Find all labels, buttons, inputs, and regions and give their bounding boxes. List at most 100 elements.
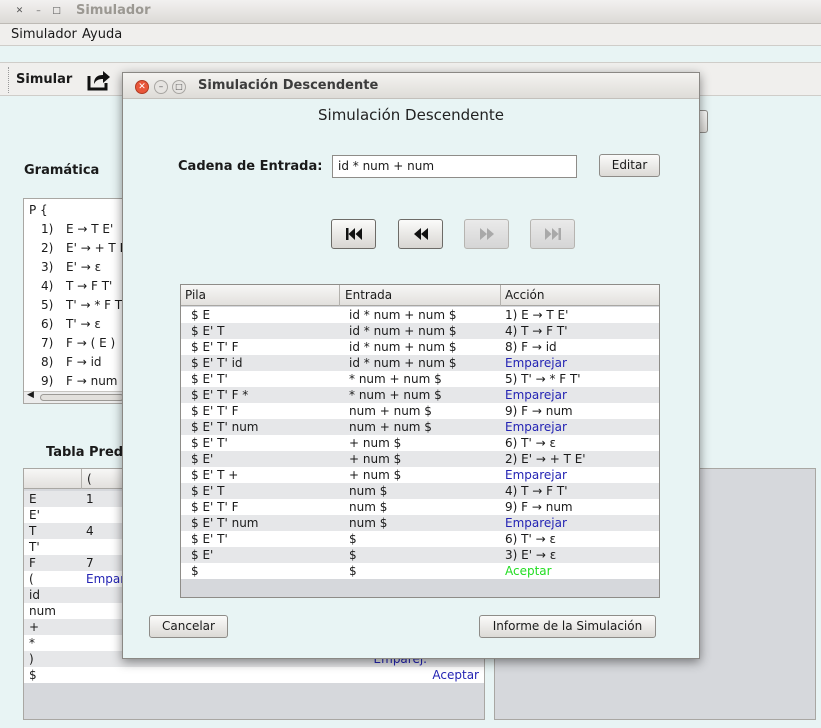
grammar-rule: T' → * F T' [66,298,125,312]
input-cell: id * num + num $ [349,356,457,370]
action-cell: 3) E' → ε [505,548,557,562]
scroll-left-icon[interactable]: ◀ [27,390,34,400]
dialog-maximize-icon[interactable]: □ [172,80,186,94]
column-header-pila[interactable]: Pila [185,288,206,302]
grammar-rule: T' → ε [66,317,101,331]
pred-table-row[interactable]: $ Aceptar [24,667,484,683]
simulation-row[interactable]: $ E' T' + num $ 6) T' → ε [181,435,659,451]
dialog-close-icon[interactable]: ✕ [135,80,149,94]
stack-cell: $ E' [191,452,214,466]
action-cell: 5) T' → * F T' [505,372,581,386]
fast-forward-icon [479,228,494,240]
input-cell: num $ [349,484,388,498]
last-step-button[interactable] [530,219,575,249]
maximize-icon[interactable]: □ [50,5,63,18]
next-step-button[interactable] [464,219,509,249]
pred-row-value: 4 [86,524,94,538]
grammar-rule-number: 7) [41,336,54,350]
simulation-row[interactable]: $ E' T' F num + num $ 9) F → num [181,403,659,419]
simular-button[interactable]: Simular [16,72,72,87]
menubar: Simulador Ayuda [0,24,821,46]
column-header-entrada[interactable]: Entrada [345,288,392,302]
simulation-row[interactable]: $ E' T + + num $ Emparejar [181,467,659,483]
simulation-row[interactable]: $ E' T' F * * num + num $ Emparejar [181,387,659,403]
dialog-title: Simulación Descendente [198,78,379,93]
simulation-row[interactable]: $ E' T' * num + num $ 5) T' → * F T' [181,371,659,387]
simulation-table-header: Pila Entrada Acción [181,285,659,306]
input-cell: num + num $ [349,420,432,434]
simulation-row[interactable]: $ E id * num + num $ 1) E → T E' [181,307,659,323]
simulation-row[interactable]: $ E' T' num num + num $ Emparejar [181,419,659,435]
column-header-accion[interactable]: Acción [505,288,544,302]
stack-cell: $ E' T' [191,436,228,450]
grammar-rule-number: 8) [41,355,54,369]
simulation-row[interactable]: $ E' T' $6) T' → ε [181,531,659,547]
simulation-row[interactable]: $ E' T num $ 4) T → F T' [181,483,659,499]
stack-cell: $ E' T' F [191,500,239,514]
main-titlebar: ✕ – □ Simulador [0,0,821,24]
previous-step-button[interactable] [398,219,443,249]
input-cell: $ [349,564,357,578]
stack-cell: $ E' T' [191,372,228,386]
pred-row-symbol: T' [29,540,40,554]
pred-row-symbol: * [29,636,35,650]
grammar-rule: E' → + T E' [66,241,125,255]
action-cell: 9) F → num [505,500,573,514]
action-cell: Emparejar [505,388,567,402]
stack-cell: $ [191,564,199,578]
stack-cell: $ E' T' F [191,340,239,354]
action-cell: Emparejar [505,356,567,370]
input-cell: + num $ [349,452,402,466]
dialog-minimize-icon[interactable]: – [154,80,168,94]
close-icon[interactable]: ✕ [13,5,26,18]
horizontal-scrollbar[interactable]: ◀ [24,390,124,403]
simulation-row[interactable]: $ E' $3) E' → ε [181,547,659,563]
action-cell: 4) T → F T' [505,324,568,338]
export-icon[interactable] [86,68,112,92]
scroll-thumb[interactable] [40,394,124,401]
pred-row-value: Empar [86,572,126,586]
simulation-row[interactable]: $ E' T' F num $ 9) F → num [181,499,659,515]
input-cell: num + num $ [349,404,432,418]
pred-row-symbol: E' [29,508,40,522]
pred-row-action: Aceptar [432,668,479,682]
header-separator [339,285,340,306]
cancel-button[interactable]: Cancelar [149,615,228,638]
simulation-row[interactable]: $ $ Aceptar [181,563,659,579]
simulation-row[interactable]: $ E' + num $ 2) E' → + T E' [181,451,659,467]
pred-row-symbol: ) [29,652,34,666]
minimize-icon[interactable]: – [32,5,45,18]
menu-simulador[interactable]: Simulador [11,27,77,42]
menu-ayuda[interactable]: Ayuda [82,27,122,42]
grammar-rule: T → F T' [66,279,113,293]
report-button[interactable]: Informe de la Simulación [479,615,656,638]
edit-button[interactable]: Editar [599,154,660,177]
first-step-button[interactable] [331,219,376,249]
simulation-row[interactable]: $ E' T id * num + num $ 4) T → F T' [181,323,659,339]
input-cell: id * num + num $ [349,324,457,338]
stack-cell: $ E' [191,548,214,562]
pred-header-col: ( [87,472,92,486]
grammar-rule: E → T E' [66,222,114,236]
rewind-icon [413,228,428,240]
grammar-rule-number: 9) [41,374,54,388]
stack-cell: $ E' T + [191,468,239,482]
simulation-dialog: ✕ – □ Simulación Descendente Simulación … [122,72,700,659]
simulation-row[interactable]: $ E' T' F id * num + num $ 8) F → id [181,339,659,355]
action-cell: 1) E → T E' [505,308,569,322]
grammar-rule: E' → ε [66,260,102,274]
stack-cell: $ E' T' num [191,516,259,530]
grammar-header: P { [29,203,48,217]
grammar-rule-number: 1) [41,222,54,236]
simulation-row[interactable]: $ E' T' num num $ Emparejar [181,515,659,531]
grammar-rule: F → num [66,374,118,388]
input-string-field[interactable]: id * num + num [332,155,577,178]
toolbar-grip [8,67,10,93]
pred-row-symbol: $ [29,668,37,682]
pred-row-symbol: F [29,556,36,570]
stack-cell: $ E' T [191,484,225,498]
simulation-row[interactable]: $ E' T' id id * num + num $ Emparejar [181,355,659,371]
action-cell: 6) T' → ε [505,532,556,546]
action-cell: Emparejar [505,420,567,434]
stack-cell: $ E' T [191,324,225,338]
